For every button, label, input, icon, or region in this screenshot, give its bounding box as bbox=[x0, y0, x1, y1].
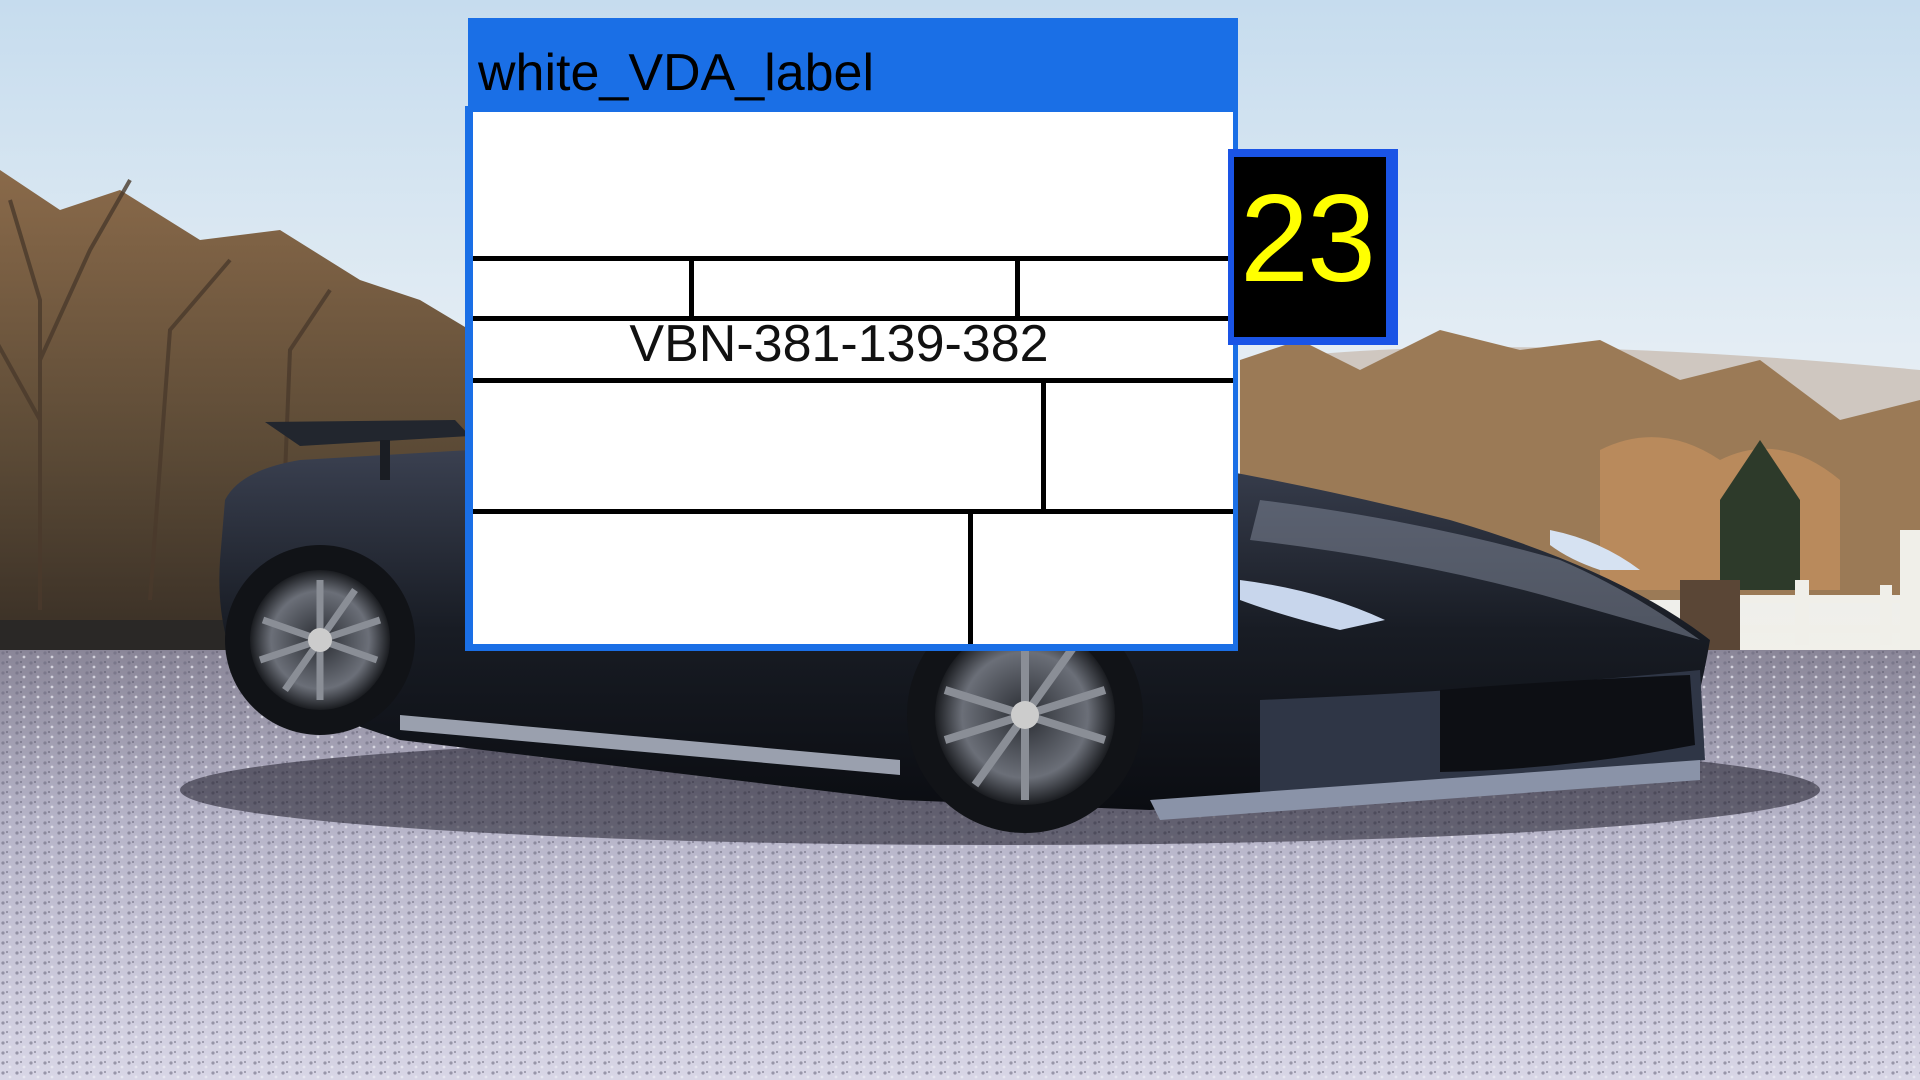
label-divider bbox=[968, 509, 973, 644]
label-rule bbox=[473, 378, 1233, 383]
detection-label: white_VDA_label bbox=[468, 18, 1238, 110]
label-divider bbox=[1015, 256, 1020, 318]
label-header-strip bbox=[573, 112, 1113, 118]
score-value: 23 bbox=[1240, 170, 1376, 308]
photo-scene: white_VDA_label VBN-381-139-382 23 bbox=[0, 0, 1920, 1080]
label-divider bbox=[689, 256, 694, 318]
label-part-number: VBN-381-139-382 bbox=[629, 315, 1049, 373]
vda-label-card: VBN-381-139-382 bbox=[473, 112, 1233, 644]
label-rule bbox=[473, 509, 1233, 514]
label-rule bbox=[473, 256, 1233, 261]
label-divider bbox=[1041, 378, 1046, 512]
score-badge: 23 bbox=[1228, 149, 1398, 345]
